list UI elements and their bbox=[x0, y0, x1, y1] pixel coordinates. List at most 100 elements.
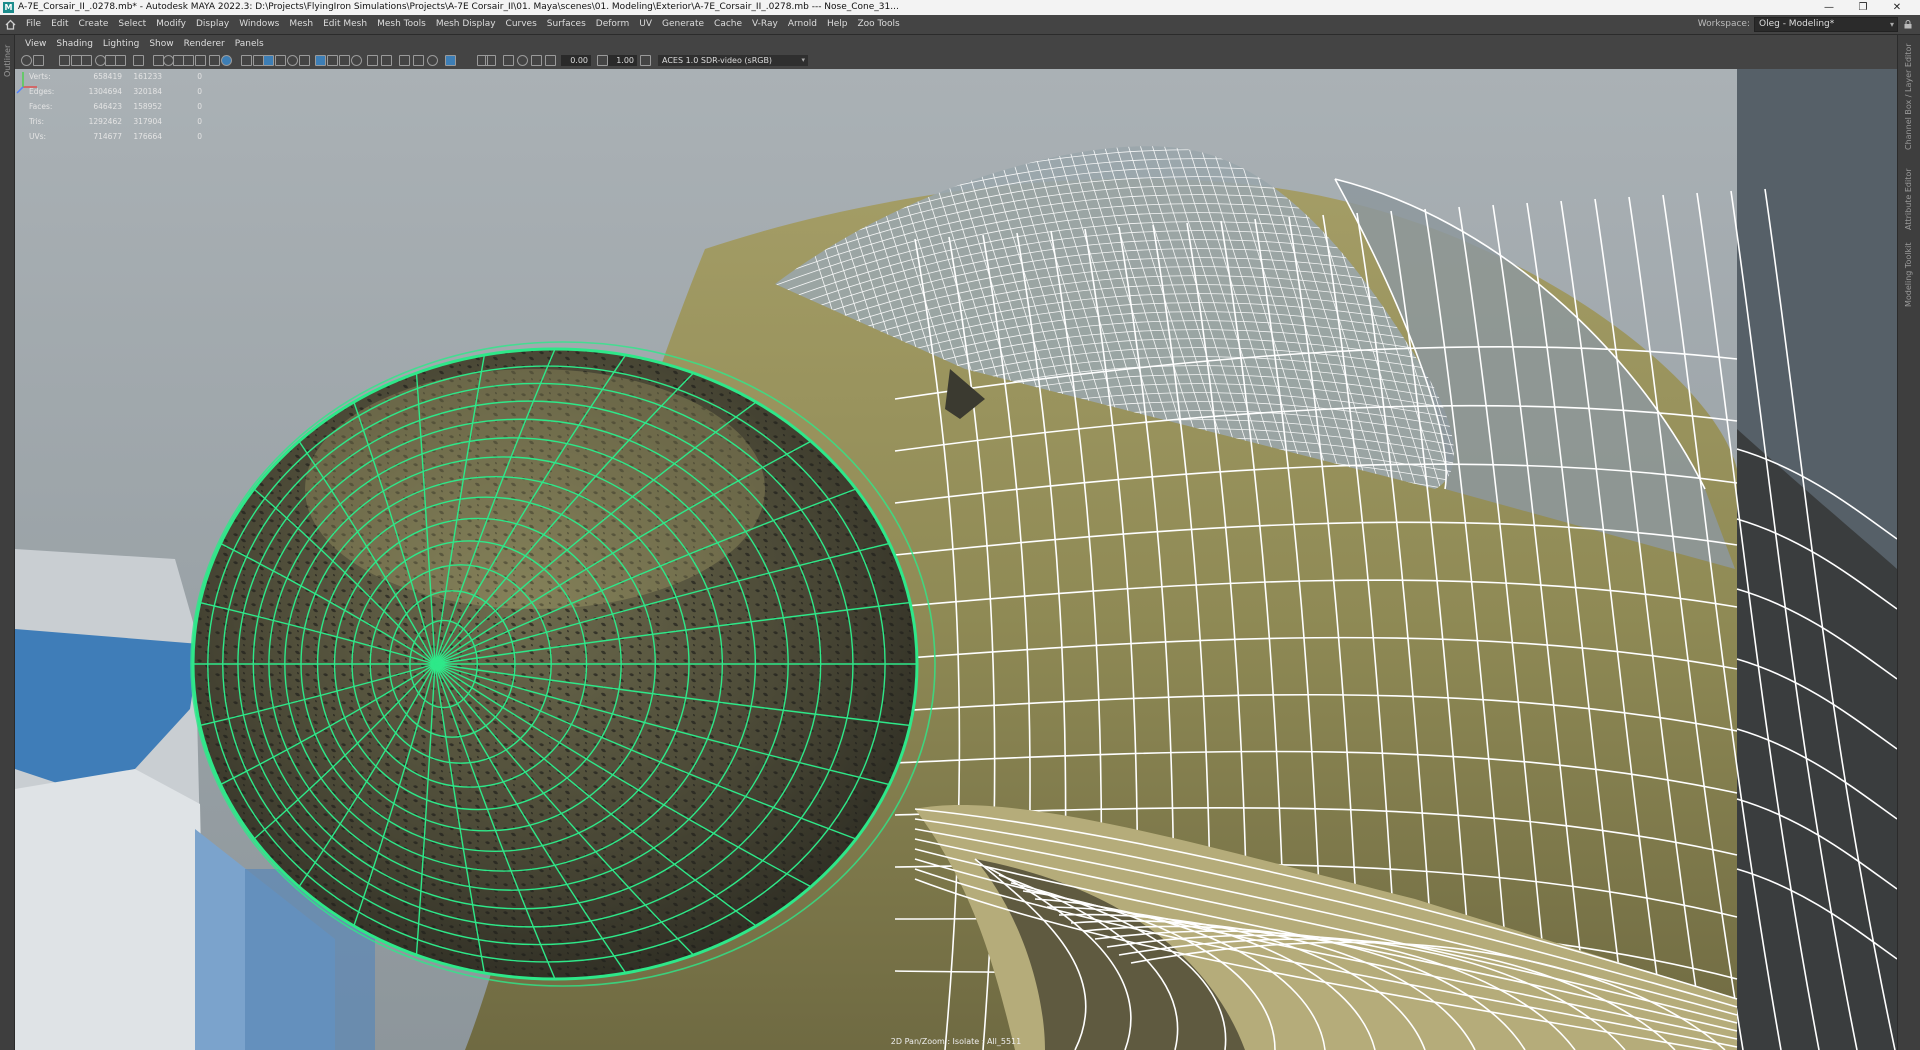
gamma-field[interactable]: 1.00 bbox=[607, 55, 637, 66]
toolbar-icon[interactable] bbox=[183, 55, 194, 66]
lock-icon[interactable] bbox=[1904, 20, 1912, 29]
panel-menu-lighting[interactable]: Lighting bbox=[103, 39, 139, 49]
toolbar-icon[interactable] bbox=[209, 55, 220, 66]
menu-edit-mesh[interactable]: Edit Mesh bbox=[323, 15, 373, 34]
toolbar-icon[interactable] bbox=[485, 55, 496, 66]
color-space-dropdown[interactable]: ACES 1.0 SDR-video (sRGB) ▾ bbox=[658, 55, 808, 66]
color-space-value: ACES 1.0 SDR-video (sRGB) bbox=[662, 56, 773, 65]
menu-mesh-display[interactable]: Mesh Display bbox=[436, 15, 502, 34]
toolbar-icon[interactable] bbox=[503, 55, 514, 66]
menu-surfaces[interactable]: Surfaces bbox=[547, 15, 592, 34]
hud-v3: 0 bbox=[197, 117, 202, 126]
toolbar-icon[interactable] bbox=[367, 55, 378, 66]
menu-cache[interactable]: Cache bbox=[714, 15, 748, 34]
exposure-field[interactable]: 0.00 bbox=[561, 55, 591, 66]
hud-v3: 0 bbox=[197, 72, 202, 81]
toolbar-icon[interactable] bbox=[195, 55, 206, 66]
modeling-toolkit-tab[interactable]: Modeling Toolkit bbox=[1904, 243, 1913, 307]
window-controls: — ❐ ✕ bbox=[1812, 0, 1914, 15]
chevron-down-icon: ▾ bbox=[801, 56, 805, 64]
channel-box-tab[interactable]: Channel Box / Layer Editor bbox=[1904, 43, 1913, 150]
hud-v1: 714677 bbox=[93, 132, 122, 141]
menu-mesh-tools[interactable]: Mesh Tools bbox=[377, 15, 432, 34]
panel-toolbar: 0.00 1.00 ACES 1.0 SDR-video (sRGB) ▾ bbox=[15, 53, 1897, 70]
menu-zoo-tools[interactable]: Zoo Tools bbox=[857, 15, 905, 34]
hud-v1: 1304694 bbox=[88, 87, 122, 96]
toolbar-icon[interactable] bbox=[381, 55, 392, 66]
menu-file[interactable]: File bbox=[26, 15, 47, 34]
menu-generate[interactable]: Generate bbox=[662, 15, 710, 34]
right-tab-strip: Channel Box / Layer Editor Attribute Edi… bbox=[1897, 35, 1920, 1050]
close-button[interactable]: ✕ bbox=[1880, 0, 1914, 15]
panel-menu-show[interactable]: Show bbox=[149, 39, 173, 49]
toolbar-icon[interactable] bbox=[115, 55, 126, 66]
hud-v3: 0 bbox=[197, 87, 202, 96]
toolbar-icon[interactable] bbox=[21, 55, 32, 66]
toolbar-icon[interactable] bbox=[640, 55, 651, 66]
panel-menu-view[interactable]: View bbox=[25, 39, 46, 49]
toolbar-icon[interactable] bbox=[517, 55, 528, 66]
hud-v3: 0 bbox=[197, 132, 202, 141]
menu-display[interactable]: Display bbox=[196, 15, 235, 34]
hud-label: UVs: bbox=[29, 132, 47, 141]
toolbar-icon[interactable] bbox=[33, 55, 44, 66]
workspace-dropdown[interactable]: Oleg - Modeling* ▾ bbox=[1754, 17, 1898, 32]
hud-v1: 658419 bbox=[93, 72, 122, 81]
menu-edit[interactable]: Edit bbox=[51, 15, 74, 34]
toolbar-icon[interactable] bbox=[299, 55, 310, 66]
toolbar-icon[interactable] bbox=[339, 55, 350, 66]
toolbar-icon[interactable] bbox=[327, 55, 338, 66]
panel-menu-shading[interactable]: Shading bbox=[56, 39, 93, 49]
toolbar-icon[interactable] bbox=[287, 55, 298, 66]
menu-create[interactable]: Create bbox=[79, 15, 115, 34]
menu-arnold[interactable]: Arnold bbox=[788, 15, 823, 34]
menu-select[interactable]: Select bbox=[118, 15, 152, 34]
hud-v1: 646423 bbox=[93, 102, 122, 111]
viewport-status: 2D Pan/Zoom : Isolate : All_5511 bbox=[890, 1037, 1022, 1046]
menu-v-ray[interactable]: V-Ray bbox=[752, 15, 784, 34]
toolbar-icon[interactable] bbox=[81, 55, 92, 66]
restore-button[interactable]: ❐ bbox=[1846, 0, 1880, 15]
toolbar-icon[interactable] bbox=[399, 55, 410, 66]
menu-curves[interactable]: Curves bbox=[506, 15, 543, 34]
toolbar-icon[interactable] bbox=[221, 55, 232, 66]
menu-uv[interactable]: UV bbox=[639, 15, 658, 34]
hud-v1: 1292462 bbox=[88, 117, 122, 126]
hud-label: Faces: bbox=[29, 102, 53, 111]
hud-v2: 161233 bbox=[133, 72, 162, 81]
attribute-editor-tab[interactable]: Attribute Editor bbox=[1904, 168, 1913, 230]
toolbar-icon[interactable] bbox=[545, 55, 556, 66]
outliner-tab[interactable]: Outliner bbox=[3, 45, 12, 77]
minimize-button[interactable]: — bbox=[1812, 0, 1846, 15]
toolbar-icon[interactable] bbox=[59, 55, 70, 66]
menu-modify[interactable]: Modify bbox=[156, 15, 192, 34]
maya-logo-icon: M bbox=[3, 2, 14, 13]
toolbar-icon[interactable] bbox=[597, 55, 608, 66]
panel-menu-panels[interactable]: Panels bbox=[235, 39, 264, 49]
chevron-down-icon: ▾ bbox=[1889, 20, 1894, 29]
toolbar-icon[interactable] bbox=[413, 55, 424, 66]
toolbar-icon[interactable] bbox=[351, 55, 362, 66]
menu-deform[interactable]: Deform bbox=[596, 15, 635, 34]
menu-help[interactable]: Help bbox=[827, 15, 854, 34]
toolbar-icon[interactable] bbox=[427, 55, 438, 66]
toolbar-icon[interactable] bbox=[275, 55, 286, 66]
toolbar-icon[interactable] bbox=[445, 55, 456, 66]
viewport[interactable]: Verts: 658419 161233 0 Edges: 1304694 320184 0 F… bbox=[15, 69, 1897, 1050]
hud-v2: 317904 bbox=[133, 117, 162, 126]
hud-label: Tris: bbox=[29, 117, 45, 126]
menu-windows[interactable]: Windows bbox=[239, 15, 285, 34]
panel-menu-renderer[interactable]: Renderer bbox=[184, 39, 225, 49]
toolbar-icon[interactable] bbox=[241, 55, 252, 66]
toolbar-icon[interactable] bbox=[315, 55, 326, 66]
axis-gizmo-icon bbox=[16, 72, 37, 94]
hud-v2: 176664 bbox=[133, 132, 162, 141]
toolbar-icon[interactable] bbox=[531, 55, 542, 66]
toolbar-icon[interactable] bbox=[133, 55, 144, 66]
viewport-scene bbox=[15, 69, 1897, 1050]
home-icon[interactable] bbox=[5, 19, 16, 30]
menu-mesh[interactable]: Mesh bbox=[289, 15, 319, 34]
workspace-selector: Workspace: Oleg - Modeling* ▾ bbox=[1698, 17, 1912, 32]
toolbar-icon[interactable] bbox=[263, 55, 274, 66]
hud-v2: 320184 bbox=[133, 87, 162, 96]
